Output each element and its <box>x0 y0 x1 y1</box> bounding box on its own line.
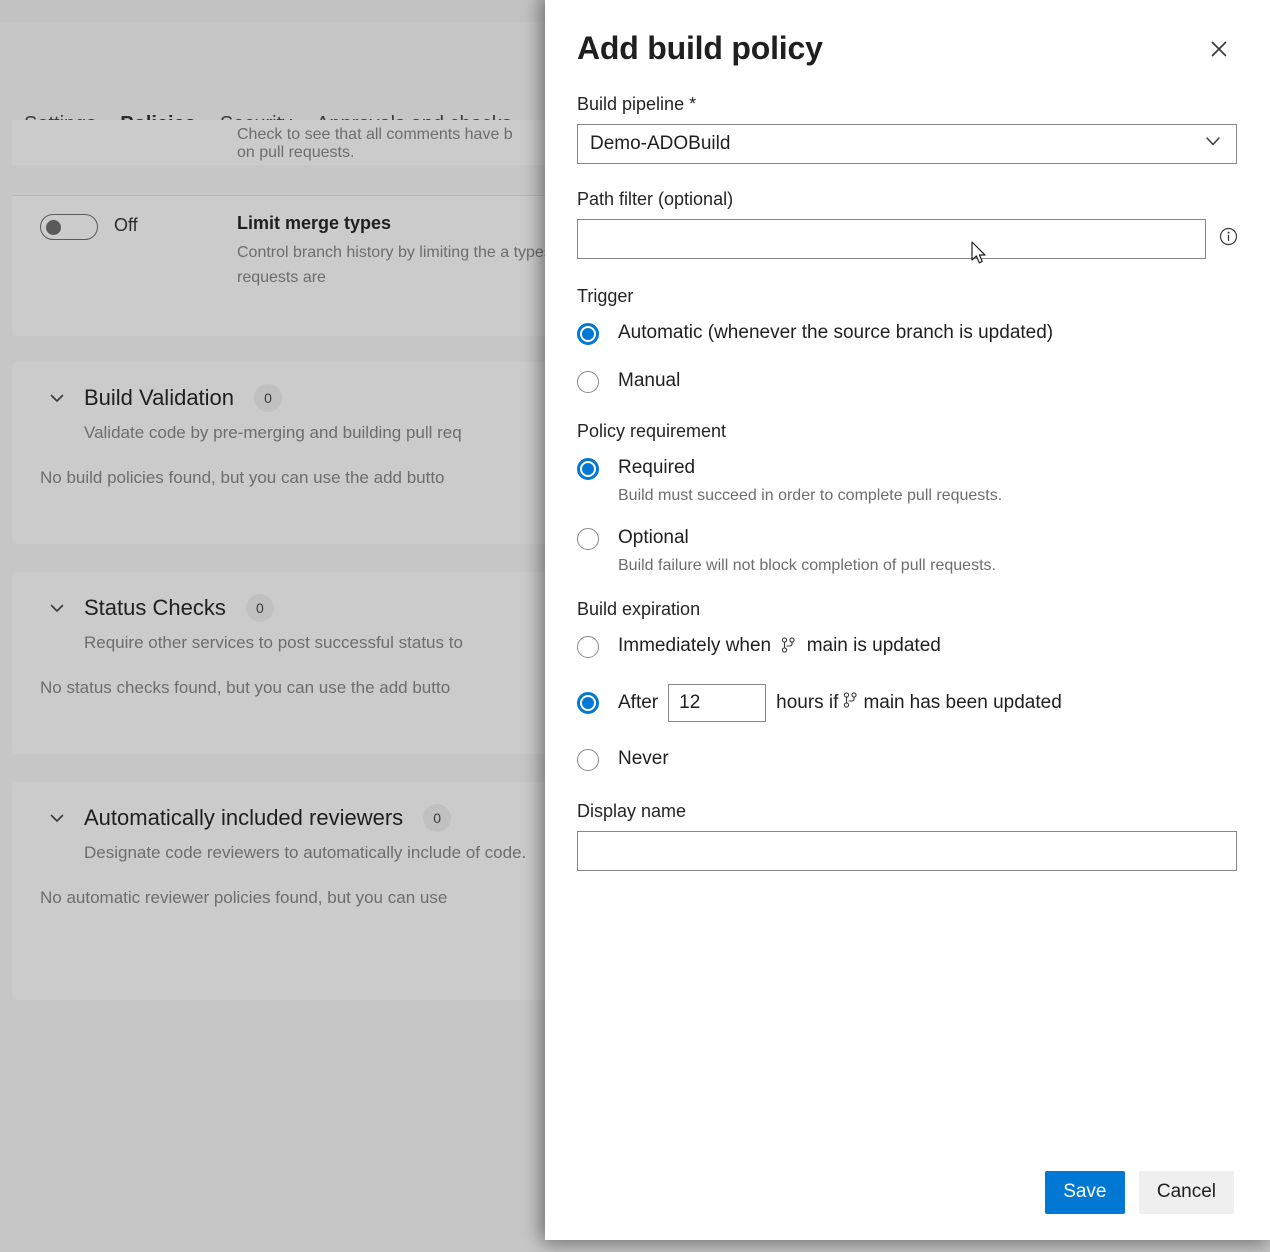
card-status-checks-title: Status Checks <box>84 595 226 621</box>
toggle-knob <box>46 220 61 235</box>
card-status-checks-count: 0 <box>246 594 274 622</box>
radio-optional[interactable] <box>577 528 599 550</box>
radio-immediately[interactable] <box>577 636 599 658</box>
expiration-hours-input[interactable] <box>668 684 766 722</box>
display-name-label: Display name <box>577 801 1238 822</box>
git-branch-icon <box>781 637 801 658</box>
policy-optional-block: Optional Build failure will not block co… <box>618 526 996 577</box>
expiration-after-suffix: has been updated <box>910 691 1062 715</box>
add-build-policy-panel: Add build policy Build pipeline * Demo-A… <box>545 0 1270 1240</box>
policy-option-required[interactable]: Required Build must succeed in order to … <box>577 456 1238 507</box>
save-button[interactable]: Save <box>1045 1171 1125 1214</box>
panel-body: Build pipeline * Demo-ADOBuild Path filt… <box>545 94 1270 1140</box>
expiration-never-label: Never <box>618 747 669 771</box>
chevron-down-icon[interactable] <box>48 389 66 407</box>
build-expiration-label: Build expiration <box>577 599 1238 620</box>
expiration-after-prefix: After <box>618 691 658 715</box>
trigger-manual-label: Manual <box>618 369 680 393</box>
mouse-cursor <box>971 241 989 272</box>
policy-required-block: Required Build must succeed in order to … <box>618 456 1002 507</box>
chevron-down-icon[interactable] <box>48 599 66 617</box>
expiration-after-middle: hours if <box>776 691 838 715</box>
path-filter-input[interactable] <box>577 219 1206 259</box>
trigger-label: Trigger <box>577 286 1238 307</box>
radio-manual[interactable] <box>577 371 599 393</box>
info-icon[interactable] <box>1219 227 1238 251</box>
radio-required[interactable] <box>577 458 599 480</box>
trigger-option-manual[interactable]: Manual <box>577 369 1238 393</box>
radio-automatic[interactable] <box>577 323 599 345</box>
build-pipeline-select[interactable]: Demo-ADOBuild <box>577 124 1237 164</box>
expiration-option-never[interactable]: Never <box>577 747 1238 771</box>
expiration-immediately-prefix: Immediately when <box>618 635 771 656</box>
policy-optional-label: Optional <box>618 527 689 548</box>
expiration-option-immediately[interactable]: Immediately when main is updated <box>577 634 1238 660</box>
radio-after[interactable] <box>577 692 599 714</box>
limit-merge-types-state: Off <box>114 215 138 236</box>
card-auto-reviewers-title: Automatically included reviewers <box>84 805 403 831</box>
expiration-after-text: After hours if main has been updated <box>618 684 1062 722</box>
build-pipeline-value: Demo-ADOBuild <box>590 133 730 155</box>
page-title: Add build policy <box>577 30 823 66</box>
chevron-down-icon[interactable] <box>48 809 66 827</box>
expiration-option-after[interactable]: After hours if main has been updated <box>577 684 1238 722</box>
comment-policy-desc-line2: on pull requests. <box>237 144 354 161</box>
limit-merge-types-toggle[interactable] <box>40 214 98 240</box>
expiration-immediately-suffix: is updated <box>853 635 941 656</box>
panel-header: Add build policy <box>545 0 1270 66</box>
card-build-validation-count: 0 <box>254 384 282 412</box>
panel-footer: Save Cancel <box>545 1144 1270 1240</box>
display-name-input[interactable] <box>577 831 1237 871</box>
radio-never[interactable] <box>577 749 599 771</box>
build-pipeline-label: Build pipeline * <box>577 94 1238 115</box>
chevron-down-icon <box>1202 130 1224 158</box>
policy-optional-sub: Build failure will not block completion … <box>618 555 996 577</box>
trigger-option-automatic[interactable]: Automatic (whenever the source branch is… <box>577 321 1238 345</box>
git-branch-icon <box>843 691 858 715</box>
expiration-immediately-branch: main <box>807 635 848 656</box>
card-auto-reviewers-count: 0 <box>423 804 451 832</box>
expiration-after-branch: main <box>863 691 904 715</box>
path-filter-row <box>577 219 1238 259</box>
policy-required-sub: Build must succeed in order to complete … <box>618 485 1002 507</box>
policy-required-label: Required <box>618 457 695 478</box>
close-icon[interactable] <box>1202 32 1236 66</box>
expiration-immediately-text: Immediately when main is updated <box>618 634 941 660</box>
limit-merge-types-title: Limit merge types <box>237 213 391 234</box>
card-build-validation-title: Build Validation <box>84 385 234 411</box>
policy-requirement-label: Policy requirement <box>577 421 1238 442</box>
trigger-automatic-label: Automatic (whenever the source branch is… <box>618 321 1053 345</box>
path-filter-label: Path filter (optional) <box>577 189 1238 210</box>
policy-option-optional[interactable]: Optional Build failure will not block co… <box>577 526 1238 577</box>
cancel-button[interactable]: Cancel <box>1139 1171 1234 1214</box>
